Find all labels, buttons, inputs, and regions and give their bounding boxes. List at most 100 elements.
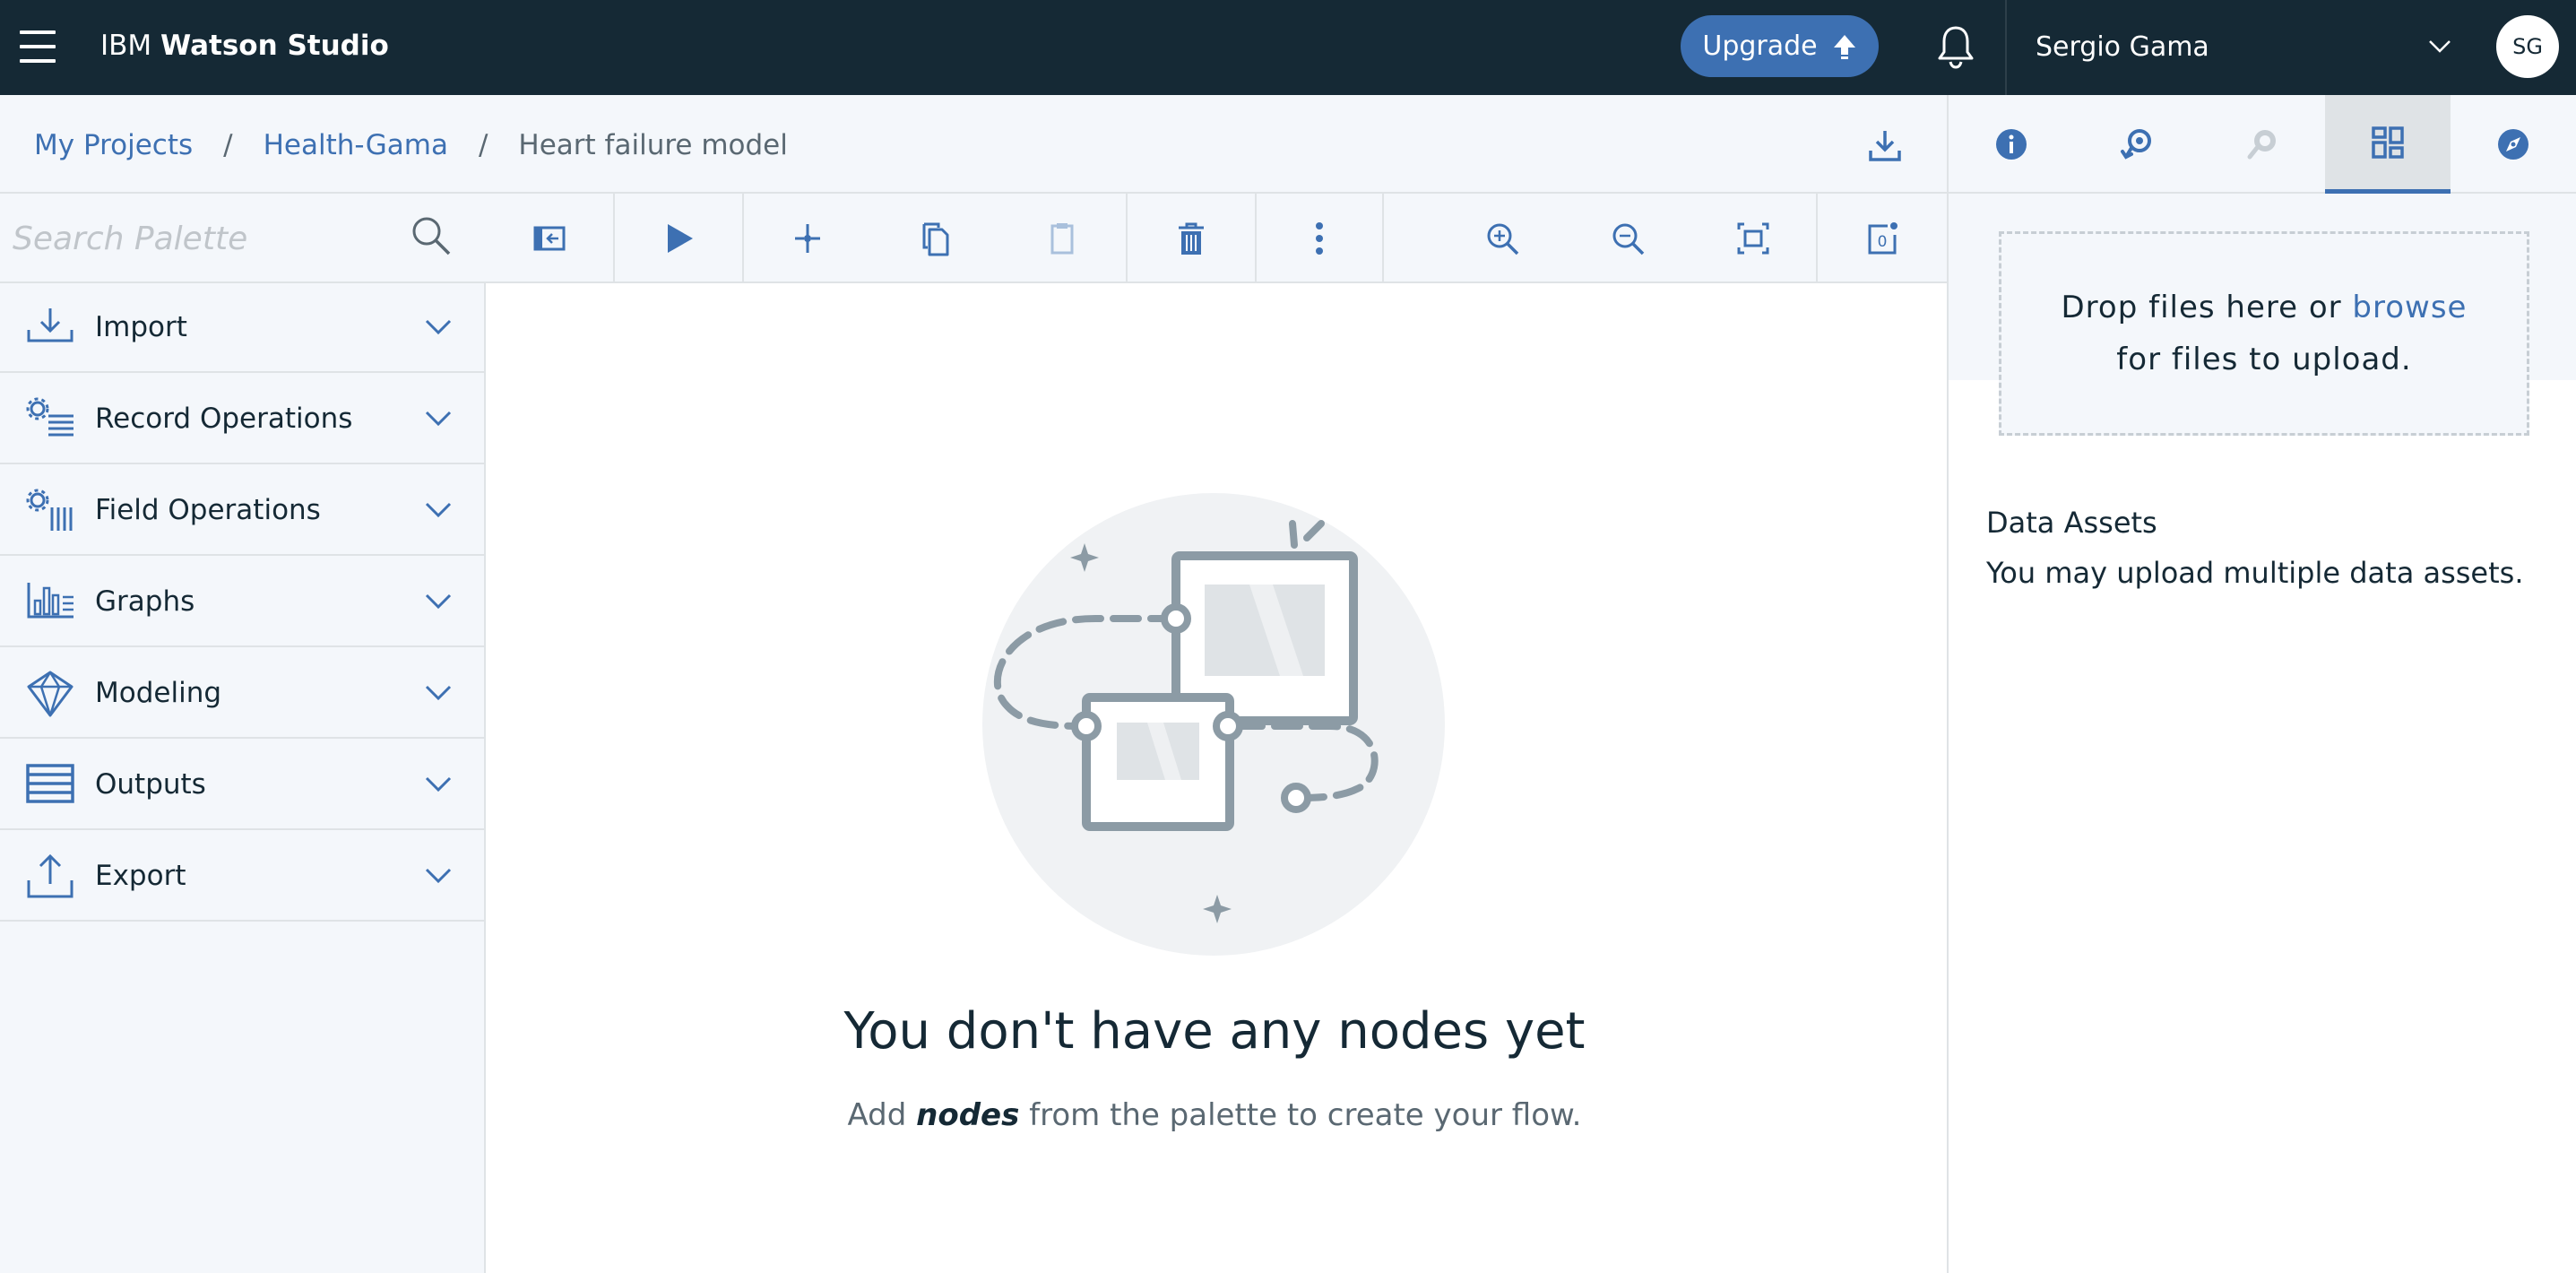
palette-item-label: Modeling — [95, 677, 222, 709]
drop-text-prefix: Drop files here or — [2061, 290, 2353, 325]
paste-icon — [1050, 223, 1074, 255]
copy-button[interactable] — [871, 194, 998, 283]
graphs-icon — [27, 583, 73, 619]
delete-icon — [1179, 222, 1204, 255]
upgrade-arrow-icon — [1833, 34, 1855, 59]
record-operations-icon — [26, 397, 73, 437]
data-assets-title: Data Assets — [1986, 506, 2157, 540]
palette-item-import[interactable]: Import — [0, 283, 486, 373]
palette-search — [0, 194, 486, 283]
product-brand[interactable]: IBM Watson Studio — [100, 27, 389, 65]
outputs-icon — [26, 764, 74, 803]
breadcrumb: My Projects / Health-Gama / Heart failur… — [34, 126, 788, 164]
info-icon — [1996, 129, 2027, 160]
chevron-down-icon — [425, 319, 452, 335]
chevron-down-icon — [425, 411, 452, 427]
zoom-out-button[interactable] — [1565, 194, 1690, 283]
side-panel-tabs — [1949, 95, 2576, 194]
browse-link[interactable]: browse — [2352, 290, 2467, 325]
chevron-down-icon — [425, 776, 452, 792]
breadcrumb-separator: / — [478, 129, 488, 161]
breadcrumb-my-projects[interactable]: My Projects — [34, 126, 193, 164]
toolbar-divider — [1382, 194, 1384, 283]
field-operations-icon — [26, 489, 73, 531]
palette-item-export[interactable]: Export — [0, 832, 486, 922]
avatar-initials: SG — [2512, 34, 2543, 59]
empty-state-title: You don't have any nodes yet — [843, 1002, 1586, 1061]
tab-history[interactable] — [2074, 95, 2200, 194]
fit-to-screen-icon — [1737, 222, 1769, 255]
explore-icon — [2498, 129, 2528, 160]
drop-zone-line-2: for files to upload. — [2116, 342, 2412, 377]
chevron-down-icon[interactable] — [2428, 39, 2451, 54]
breadcrumb-separator: / — [223, 129, 233, 161]
data-assets-description: You may upload multiple data assets. — [1986, 556, 2524, 590]
notifications-bell-icon[interactable] — [1936, 24, 1975, 69]
palette-item-label: Graphs — [95, 585, 195, 618]
search-icon[interactable] — [411, 215, 452, 256]
avatar[interactable]: SG — [2496, 15, 2559, 78]
import-icon — [27, 308, 73, 342]
palette-item-label: Import — [95, 311, 187, 343]
delete-button[interactable] — [1128, 194, 1255, 283]
run-button[interactable] — [615, 194, 742, 283]
toggle-palette-button[interactable] — [486, 194, 613, 283]
palette-item-outputs[interactable]: Outputs — [0, 740, 486, 830]
tab-data-assets[interactable] — [2325, 95, 2451, 194]
cut-button[interactable] — [744, 194, 871, 283]
chevron-down-icon — [425, 593, 452, 610]
upgrade-button[interactable]: Upgrade — [1681, 15, 1879, 77]
export-icon — [27, 853, 73, 898]
tab-info[interactable] — [1949, 95, 2074, 194]
topbar-divider — [2005, 0, 2007, 95]
palette-item-record-operations[interactable]: Record Operations — [0, 375, 486, 464]
hamburger-menu-icon[interactable] — [20, 30, 56, 63]
palette-item-label: Field Operations — [95, 494, 321, 526]
palette-item-label: Outputs — [95, 768, 206, 801]
user-name: Sergio Gama — [2036, 31, 2209, 63]
brand-prefix: IBM — [100, 30, 152, 62]
palette-item-modeling[interactable]: Modeling — [0, 649, 486, 739]
toggle-palette-icon — [533, 226, 566, 251]
canvas-toolbar: 0 — [486, 194, 1947, 283]
history-icon — [2121, 129, 2151, 160]
file-drop-zone[interactable]: Drop files here or browse for files to u… — [1999, 231, 2529, 436]
breadcrumb-current-flow: Heart failure model — [518, 129, 788, 161]
empty-state-subtitle: Add nodes from the palette to create you… — [488, 1097, 1941, 1133]
overflow-menu-icon — [1316, 222, 1323, 255]
comment-count: 0 — [1878, 233, 1888, 251]
chevron-down-icon — [425, 502, 452, 518]
zoom-in-button[interactable] — [1439, 194, 1565, 283]
palette-item-graphs[interactable]: Graphs — [0, 558, 486, 647]
breadcrumb-project[interactable]: Health-Gama — [264, 126, 448, 164]
drop-zone-line-1: Drop files here or browse — [2062, 281, 2468, 333]
cut-icon — [795, 224, 820, 253]
tab-explore[interactable] — [2451, 95, 2576, 194]
account-menu[interactable]: Sergio Gama — [2036, 29, 2209, 66]
tab-chat[interactable] — [2200, 95, 2325, 194]
modeling-icon — [27, 671, 73, 717]
search-palette-input[interactable] — [13, 217, 389, 260]
brand-name: Watson Studio — [160, 30, 389, 62]
chevron-down-icon — [425, 868, 452, 884]
flow-canvas[interactable]: You don't have any nodes yet Add nodes f… — [488, 285, 1947, 1273]
palette-item-label: Record Operations — [95, 403, 353, 435]
zoom-out-icon — [1612, 223, 1645, 255]
run-icon — [668, 224, 693, 253]
palette-item-label: Export — [95, 860, 186, 892]
fit-to-screen-button[interactable] — [1690, 194, 1816, 283]
zoom-in-icon — [1487, 223, 1519, 255]
empty-canvas-illustration-icon — [982, 493, 1445, 956]
top-navigation-bar: IBM Watson Studio Upgrade Sergio Gama SG — [0, 0, 2576, 95]
node-palette: Import Record Operations Field Operation… — [0, 194, 486, 1273]
paste-button[interactable] — [998, 194, 1126, 283]
palette-item-field-operations[interactable]: Field Operations — [0, 466, 486, 556]
comments-button[interactable]: 0 — [1818, 194, 1947, 283]
empty-sub-prefix: Add — [847, 1097, 917, 1133]
overflow-menu-button[interactable] — [1257, 194, 1382, 283]
download-icon[interactable] — [1867, 127, 1903, 163]
upgrade-label: Upgrade — [1702, 30, 1818, 62]
chat-icon — [2247, 130, 2276, 160]
right-side-panel: Drop files here or browse for files to u… — [1947, 95, 2576, 1273]
copy-icon — [922, 222, 949, 256]
